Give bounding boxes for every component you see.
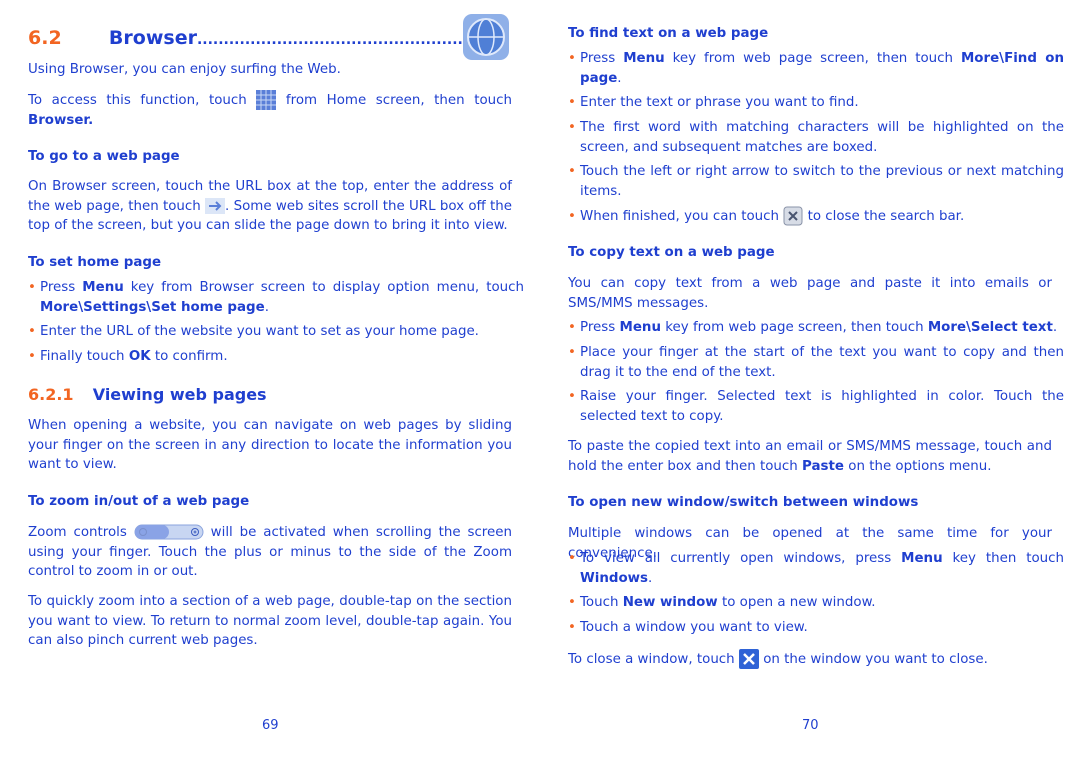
list-item: Touch New window to open a new window. xyxy=(568,593,1064,613)
paste-text: To paste the copied text into an email o… xyxy=(568,439,1052,474)
access-text: To access this function, touch from Home… xyxy=(28,90,512,130)
list-item: Press Menu key from web page screen, the… xyxy=(568,49,1064,88)
find-heading: To find text on a web page xyxy=(568,26,769,41)
intro-text: Using Browser, you can enjoy surfing the… xyxy=(28,62,341,77)
zoom-controls-icon xyxy=(134,524,204,540)
zoom-text-2: To quickly zoom into a section of a web … xyxy=(28,594,512,648)
copy-heading: To copy text on a web page xyxy=(568,245,775,260)
go-text: On Browser screen, touch the URL box at … xyxy=(28,179,513,233)
list-item: When finished, you can touch to close th… xyxy=(568,206,1064,227)
manual-spread: 6.2 Browser.............................… xyxy=(0,0,1080,767)
subsection-heading: 6.2.1 Viewing web pages xyxy=(28,385,267,404)
view-text: When opening a website, you can navigate… xyxy=(28,418,512,472)
zoom-text: Zoom controls will be activated when scr… xyxy=(28,524,512,579)
copy-text: You can copy text from a web page and pa… xyxy=(568,276,1052,311)
browser-globe-icon xyxy=(463,14,509,60)
list-item: Enter the URL of the website you want to… xyxy=(28,322,524,342)
list-item: The first word with matching characters … xyxy=(568,118,1064,157)
page-number: 70 xyxy=(802,718,819,733)
page-number: 69 xyxy=(262,718,279,733)
list-item: Press Menu key from web page screen, the… xyxy=(568,318,1064,338)
app-grid-icon xyxy=(256,90,277,110)
close-text: To close a window, touch on the window y… xyxy=(568,649,1052,670)
close-search-icon xyxy=(783,206,803,226)
home-heading: To set home page xyxy=(28,255,162,270)
list-item: Raise your finger. Selected text is high… xyxy=(568,387,1064,426)
list-item: Place your finger at the start of the te… xyxy=(568,343,1064,382)
go-arrow-icon xyxy=(205,197,226,214)
go-heading: To go to a web page xyxy=(28,149,180,164)
list-item: To view all currently open windows, pres… xyxy=(568,549,1064,588)
windows-heading: To open new window/switch between window… xyxy=(568,495,919,510)
zoom-heading: To zoom in/out of a web page xyxy=(28,494,250,509)
section-heading: 6.2 Browser.............................… xyxy=(28,27,485,49)
list-item: Finally touch OK to confirm. xyxy=(28,347,524,367)
list-item: Touch a window you want to view. xyxy=(568,618,1064,638)
list-item: Press Menu key from Browser screen to di… xyxy=(28,278,524,317)
close-window-icon xyxy=(738,649,759,669)
list-item: Enter the text or phrase you want to fin… xyxy=(568,93,1064,113)
list-item: Touch the left or right arrow to switch … xyxy=(568,162,1064,201)
